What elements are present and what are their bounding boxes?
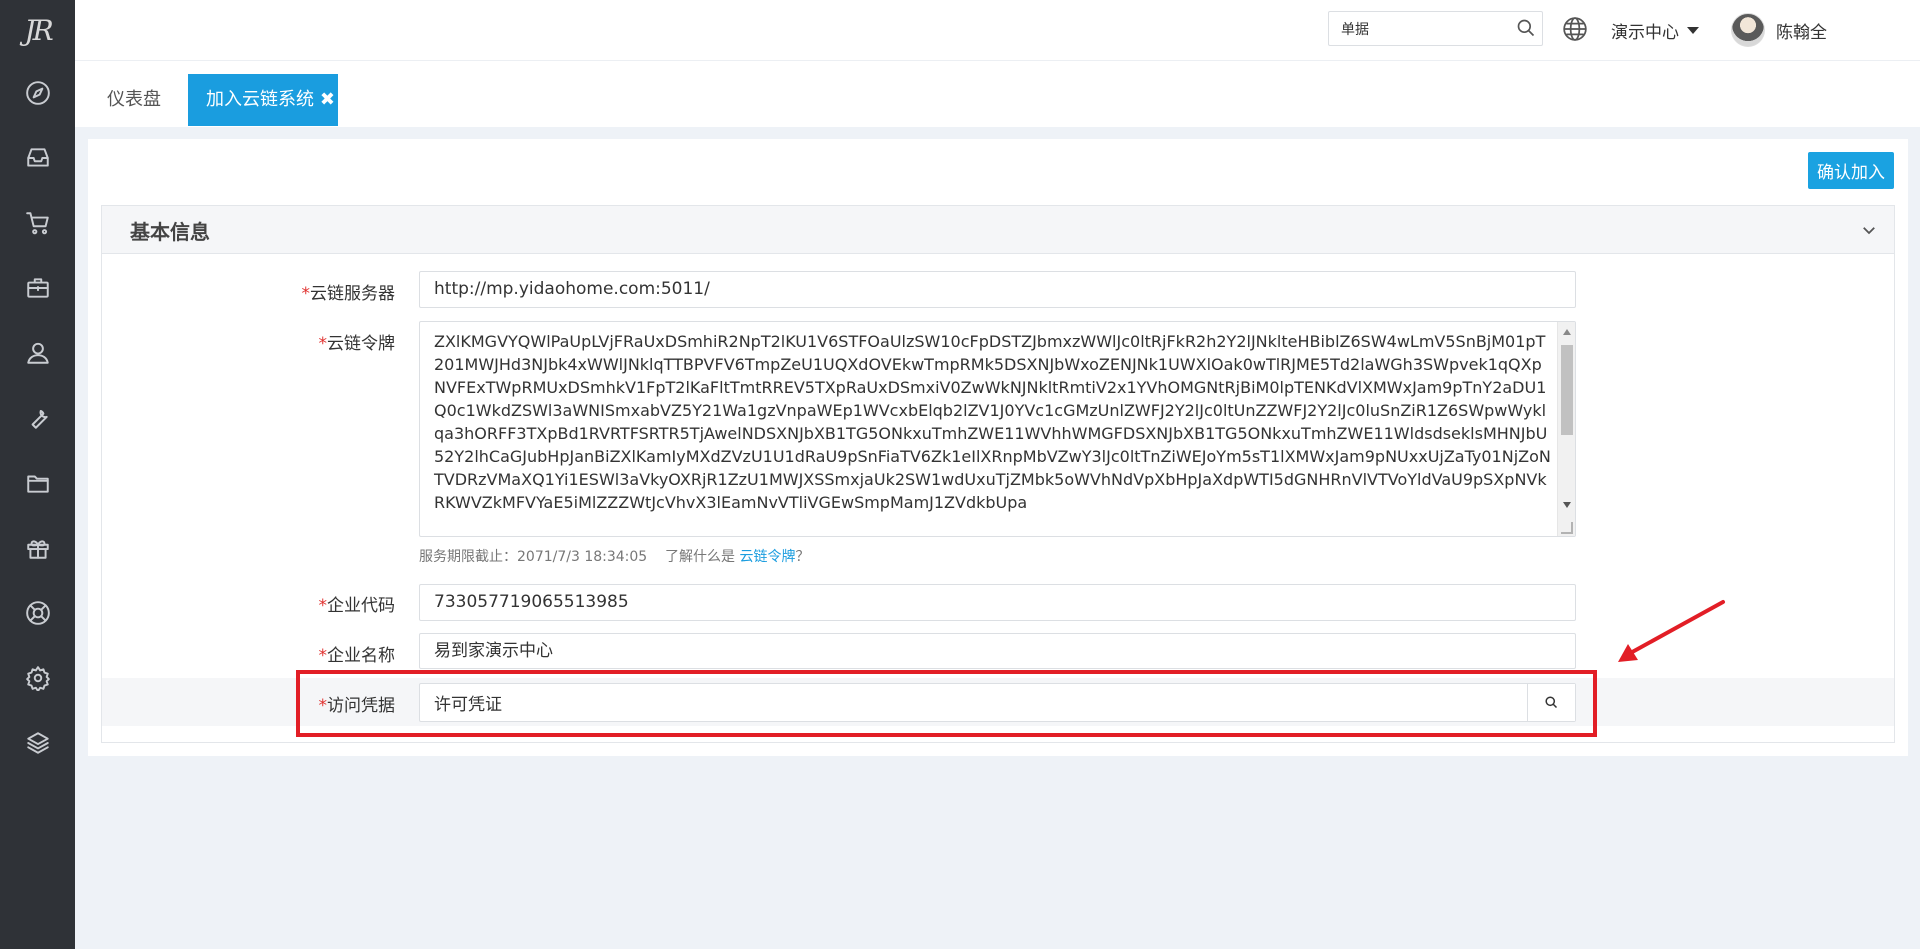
scroll-up-icon[interactable] — [1563, 329, 1571, 335]
annotation-highlight-box — [296, 670, 1597, 737]
folder-icon — [26, 475, 49, 493]
sidebar-item-layers[interactable] — [0, 710, 75, 775]
sidebar-item-dashboard[interactable] — [0, 60, 75, 125]
lifebuoy-icon — [25, 600, 50, 625]
tab-label: 加入云链系统 — [206, 89, 314, 110]
token-scrollbar[interactable] — [1557, 322, 1575, 536]
search-icon[interactable] — [1516, 18, 1536, 42]
sidebar-item-gift[interactable] — [0, 515, 75, 580]
sidebar: JR — [0, 0, 75, 949]
top-header: 演示中心 陈翰全 ? — [75, 0, 1920, 61]
compass-icon — [25, 80, 50, 105]
global-search[interactable] — [1328, 11, 1543, 46]
scroll-thumb[interactable] — [1561, 345, 1573, 435]
tab-join-cloud-chain[interactable]: 加入云链系统 ✖ — [188, 74, 338, 126]
sidebar-item-support[interactable] — [0, 580, 75, 645]
sidebar-item-cart[interactable] — [0, 190, 75, 255]
org-switcher[interactable]: 演示中心 — [1611, 18, 1699, 43]
user-icon — [26, 342, 49, 364]
token-label: *云链令牌 — [318, 334, 396, 354]
briefcase-icon — [26, 277, 49, 298]
search-input[interactable] — [1329, 12, 1509, 45]
name-label: *企业名称 — [318, 646, 396, 666]
close-icon[interactable]: ✖ — [320, 74, 335, 126]
enterprise-name-field[interactable]: 易到家演示中心 — [419, 633, 1576, 669]
resize-handle-icon[interactable] — [1561, 522, 1573, 534]
cart-icon — [25, 211, 49, 234]
tab-dashboard[interactable]: 仪表盘 — [97, 74, 171, 126]
layers-icon — [26, 731, 49, 754]
sidebar-item-folder[interactable] — [0, 450, 75, 515]
gift-icon — [26, 539, 49, 559]
tab-bar: 仪表盘 加入云链系统 ✖ — [75, 61, 1920, 127]
sidebar-item-user[interactable] — [0, 320, 75, 385]
avatar[interactable] — [1731, 13, 1765, 47]
wrench-icon — [31, 409, 48, 429]
inbox-icon — [26, 147, 49, 167]
language-globe-icon[interactable] — [1562, 16, 1588, 46]
annotation-arrow-icon — [1618, 600, 1725, 662]
scroll-down-icon[interactable] — [1563, 502, 1571, 508]
caret-down-icon — [1687, 27, 1699, 34]
token-textarea[interactable]: ZXlKMGVYQWlPaUpLVjFRaUxDSmhiR2NpT2lKU1V6… — [419, 321, 1576, 537]
enterprise-code-field[interactable]: 733057719065513985 — [419, 584, 1576, 621]
panel-header[interactable]: 基本信息 — [102, 206, 1894, 254]
chevron-down-icon[interactable] — [1860, 221, 1878, 243]
server-label: *云链服务器 — [301, 284, 396, 304]
sidebar-item-inbox[interactable] — [0, 125, 75, 190]
token-text: ZXlKMGVYQWlPaUpLVjFRaUxDSmhiR2NpT2lKU1V6… — [434, 332, 1551, 512]
org-switcher-label: 演示中心 — [1611, 23, 1679, 43]
gear-icon — [25, 665, 50, 691]
panel-title: 基本信息 — [130, 220, 210, 244]
app-logo[interactable]: JR — [0, 0, 75, 60]
user-name[interactable]: 陈翰全 — [1776, 18, 1827, 43]
token-hint: 服务期限截止：2071/7/3 18:34:05 了解什么是 云链令牌？ — [419, 549, 810, 565]
server-field[interactable]: http://mp.yidaohome.com:5011/ — [419, 271, 1576, 308]
token-expiry: 2071/7/3 18:34:05 — [517, 549, 648, 565]
sidebar-item-tools[interactable] — [0, 385, 75, 450]
token-help-link[interactable]: 云链令牌 — [739, 549, 795, 565]
sidebar-item-briefcase[interactable] — [0, 255, 75, 320]
confirm-join-button[interactable]: 确认加入 — [1808, 152, 1894, 189]
sidebar-item-settings[interactable] — [0, 645, 75, 710]
code-label: *企业代码 — [318, 596, 396, 616]
